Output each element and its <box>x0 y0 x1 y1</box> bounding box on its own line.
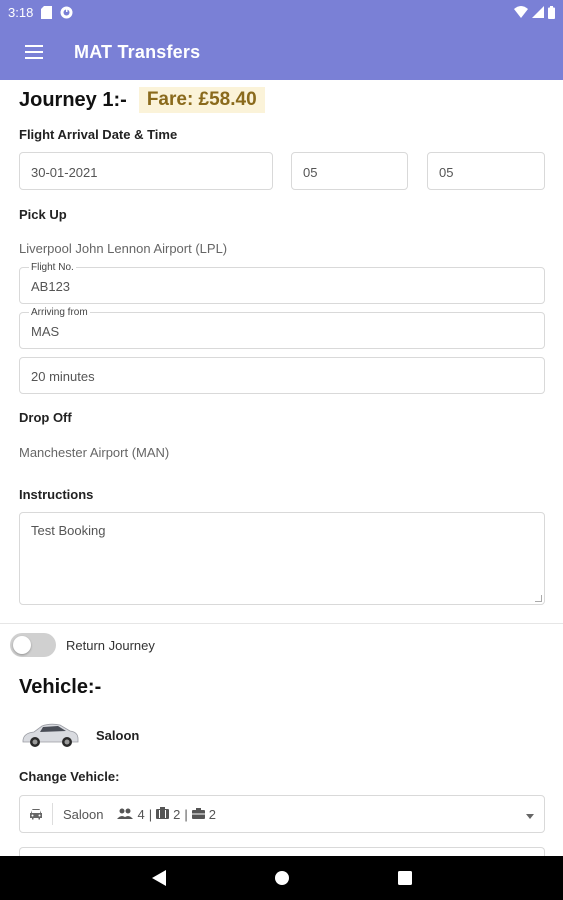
return-journey-label: Return Journey <box>66 637 155 653</box>
arriving-from-field[interactable]: Arriving from MAS <box>19 307 545 349</box>
return-journey-row: Return Journey <box>10 633 155 657</box>
arrival-date-value: 30-01-2021 <box>31 164 98 180</box>
luggage-icon <box>156 806 170 822</box>
select-separator <box>52 803 53 825</box>
arrival-hour-field[interactable]: 05 <box>291 152 408 190</box>
booking-form: Journey 1:- Fare: £58.40 Flight Arrival … <box>0 80 563 856</box>
arrival-date-field[interactable]: 30-01-2021 <box>19 152 273 190</box>
option-divider: | <box>184 806 188 822</box>
vehicle-title: Vehicle:- <box>19 676 102 698</box>
app-title: MAT Transfers <box>74 41 201 62</box>
flight-number-field[interactable]: Flight No. AB123 <box>19 262 545 304</box>
wait-time-value: 20 minutes <box>31 369 95 384</box>
app-bar: MAT Transfers <box>0 24 563 80</box>
system-nav-bar <box>0 856 563 900</box>
hamburger-menu-icon[interactable] <box>14 32 54 72</box>
signal-icon <box>532 6 544 18</box>
hand-luggage-icon <box>191 807 205 822</box>
arrival-minute-field[interactable]: 05 <box>427 152 545 190</box>
flight-number-label: Flight No. <box>29 262 76 274</box>
arriving-from-label: Arriving from <box>29 307 90 319</box>
instructions-label: Instructions <box>19 487 94 502</box>
vehicle-option-name: Saloon <box>63 806 104 822</box>
battery-icon <box>548 5 555 19</box>
arriving-from-value: MAS <box>31 324 60 339</box>
dropoff-location: Manchester Airport (MAN) <box>19 445 170 460</box>
toggle-knob <box>13 636 31 654</box>
pickup-label: Pick Up <box>19 207 67 222</box>
instructions-value: Test Booking <box>31 523 106 538</box>
fare-badge: Fare: £58.40 <box>138 87 265 113</box>
journey-header: Journey 1:- Fare: £58.40 <box>19 87 265 113</box>
saloon-car-image <box>19 710 81 760</box>
pickup-location: Liverpool John Lennon Airport (LPL) <box>19 241 228 256</box>
option-divider: | <box>148 806 153 822</box>
sd-card-icon <box>41 5 53 19</box>
hand-luggage-count: 2 <box>208 806 216 822</box>
instructions-textarea[interactable]: Test Booking <box>19 512 545 605</box>
vehicle-option-summary: Saloon 4 | 2 | 2 <box>63 806 216 822</box>
change-vehicle-label: Change Vehicle: <box>19 769 120 784</box>
arrival-hour-value: 05 <box>303 164 318 180</box>
status-time: 3:18 <box>8 4 34 20</box>
return-journey-toggle[interactable] <box>10 633 56 657</box>
back-icon[interactable] <box>145 864 173 892</box>
passengers-icon <box>117 807 134 822</box>
journey-title: Journey 1:- <box>19 88 127 111</box>
vehicle-select[interactable]: Saloon 4 | 2 | 2 <box>19 795 545 833</box>
sync-icon <box>60 6 73 19</box>
flight-number-value: AB123 <box>31 279 71 294</box>
home-icon[interactable] <box>268 864 296 892</box>
arrival-datetime-label: Flight Arrival Date & Time <box>19 127 178 142</box>
status-bar: 3:18 <box>0 0 563 24</box>
wifi-icon <box>514 6 528 18</box>
recents-icon[interactable] <box>391 864 419 892</box>
selected-vehicle: Saloon <box>19 710 139 760</box>
resize-handle-icon[interactable] <box>535 595 542 602</box>
wait-time-field[interactable]: 20 minutes <box>19 357 545 394</box>
dropoff-label: Drop Off <box>19 410 72 425</box>
passengers-count: 4 <box>137 806 145 822</box>
section-divider <box>0 623 563 624</box>
next-field-partial[interactable] <box>19 847 545 856</box>
arrival-minute-value: 05 <box>439 164 454 180</box>
selected-vehicle-name: Saloon <box>96 727 140 743</box>
chevron-down-icon <box>526 807 534 822</box>
car-icon <box>20 808 52 820</box>
luggage-count: 2 <box>173 806 181 822</box>
